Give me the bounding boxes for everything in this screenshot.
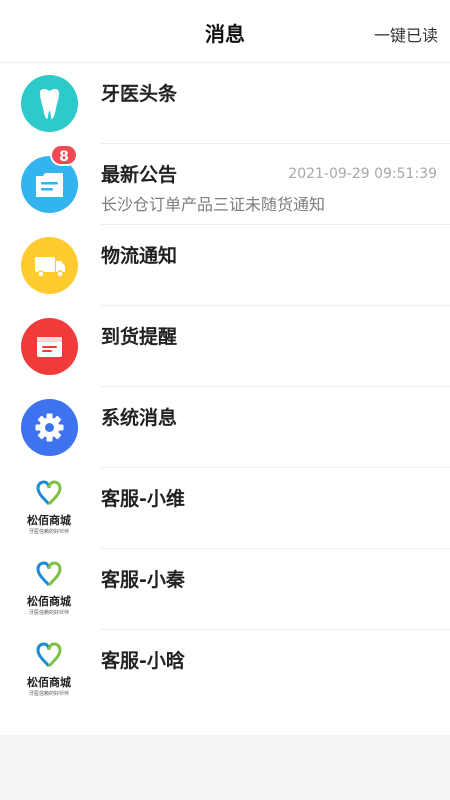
brand-name: 松佰商城 [27, 676, 71, 689]
message-item-logistics[interactable]: 物流通知 [0, 225, 450, 306]
message-timestamp: 2021-09-29 09:51:39 [288, 166, 437, 182]
brand-name: 松佰商城 [27, 595, 71, 608]
message-item-title: 到货提醒 [101, 326, 178, 348]
brand-name: 松佰商城 [27, 514, 71, 527]
bottom-empty-area [0, 736, 450, 800]
brand-slogan: 牙医信赖的好伙伴 [28, 529, 69, 535]
tooth-icon [21, 75, 78, 132]
message-item-support-xiaoqin[interactable]: 松佰商城 牙医信赖的好伙伴 客服-小秦 [0, 549, 450, 630]
brand-logo: 松佰商城 牙医信赖的好伙伴 [18, 640, 80, 700]
message-item-arrival-reminder[interactable]: 到货提醒 [0, 306, 450, 387]
mark-all-read-button[interactable]: 一键已读 [374, 22, 438, 46]
gear-icon [21, 399, 78, 456]
message-item-title: 最新公告 [101, 164, 178, 186]
truck-icon [21, 237, 78, 294]
message-item-title: 客服-小维 [101, 488, 185, 510]
message-preview: 长沙仓订单产品三证未随货通知 [101, 195, 326, 214]
package-icon [21, 318, 78, 375]
brand-logo: 松佰商城 牙医信赖的好伙伴 [18, 559, 80, 619]
message-item-dentist-news[interactable]: 牙医头条 [0, 63, 450, 144]
message-item-system[interactable]: 系统消息 [0, 387, 450, 468]
message-item-title: 系统消息 [101, 407, 178, 429]
message-list: 牙医头条 8 最新公告 2021-09-29 09:51:39 长沙仓订单产品三… [0, 63, 450, 735]
unread-count-badge: 8 [50, 144, 78, 166]
message-item-title: 客服-小晗 [101, 650, 185, 672]
message-item-title: 客服-小秦 [101, 569, 185, 591]
brand-slogan: 牙医信赖的好伙伴 [28, 610, 69, 616]
message-item-support-xiaohan[interactable]: 松佰商城 牙医信赖的好伙伴 客服-小晗 [0, 630, 450, 711]
brand-slogan: 牙医信赖的好伙伴 [28, 691, 69, 697]
message-item-support-xiaowei[interactable]: 松佰商城 牙医信赖的好伙伴 客服-小维 [0, 468, 450, 549]
message-item-title: 牙医头条 [101, 83, 178, 105]
message-item-announcements[interactable]: 8 最新公告 2021-09-29 09:51:39 长沙仓订单产品三证未随货通… [0, 144, 450, 225]
brand-logo: 松佰商城 牙医信赖的好伙伴 [18, 478, 80, 538]
message-item-title: 物流通知 [101, 245, 178, 267]
header-bar: 消息 一键已读 [0, 0, 450, 63]
